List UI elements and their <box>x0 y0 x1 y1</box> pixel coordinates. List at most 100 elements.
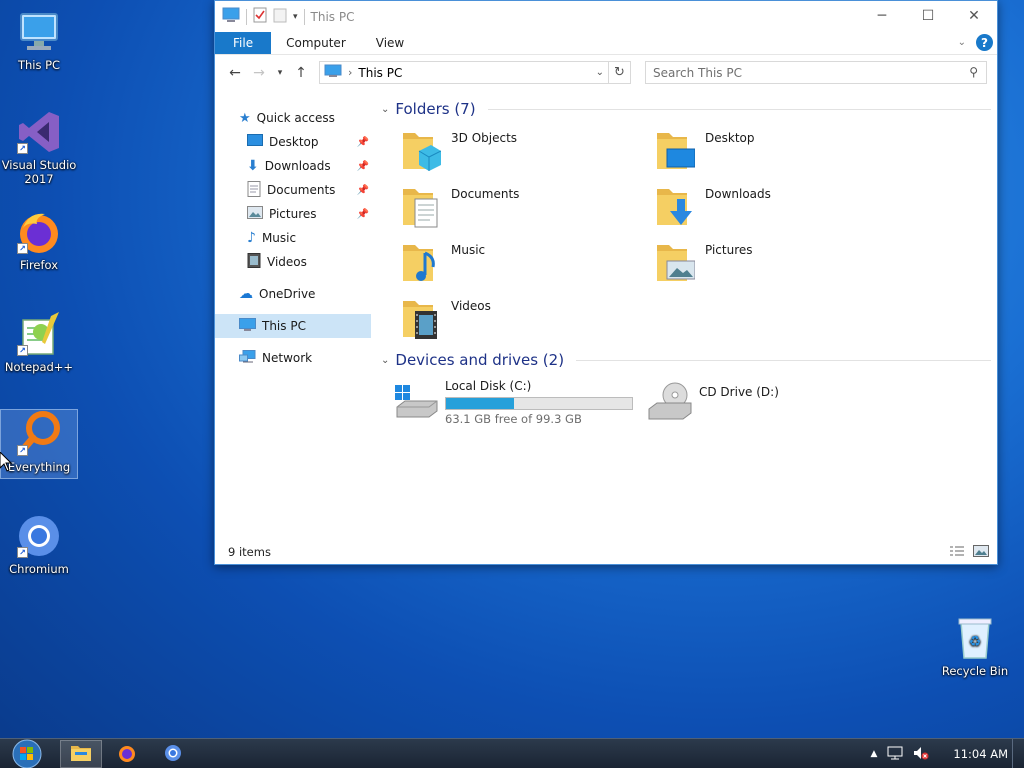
drive-d[interactable]: CD Drive (D:) <box>629 379 889 427</box>
nav-label: Videos <box>267 255 307 269</box>
desktop-icon-firefox[interactable]: ↗ Firefox <box>1 208 77 272</box>
documents-icon <box>247 180 261 200</box>
recent-locations-chevron-icon[interactable]: ▾ <box>271 68 289 78</box>
tab-file[interactable]: File <box>215 32 272 54</box>
nav-videos[interactable]: Videos <box>215 250 371 274</box>
desktop-icon-everything[interactable]: ↗ Everything <box>0 409 78 479</box>
nav-desktop[interactable]: Desktop 📌 <box>215 130 371 154</box>
pin-icon[interactable]: 📌 <box>357 137 369 148</box>
tab-view[interactable]: View <box>361 32 419 54</box>
drive-usage-bar <box>445 397 633 410</box>
nav-label: OneDrive <box>259 287 316 301</box>
address-pc-icon <box>324 64 342 81</box>
folder-label: Documents <box>451 187 520 201</box>
show-hidden-icons-icon[interactable]: ▲ <box>870 749 877 759</box>
everything-icon: ↗ <box>15 410 63 458</box>
chromium-icon: ↗ <box>15 512 63 560</box>
network-icon <box>239 349 256 367</box>
content-pane: ⌄ Folders (7) 3D Objects Desktop Documen… <box>375 93 995 543</box>
window-title: This PC <box>310 9 355 24</box>
folder-documents[interactable]: Documents <box>381 185 611 237</box>
address-dropdown-icon[interactable]: ⌄ <box>596 67 604 78</box>
properties-icon[interactable] <box>253 7 267 26</box>
folder-label: Desktop <box>705 131 755 145</box>
title-bar[interactable]: ▾ This PC ─ ☐ ✕ <box>215 1 997 32</box>
this-pc-icon <box>239 318 256 334</box>
network-tray-icon[interactable] <box>887 746 903 763</box>
new-folder-icon[interactable] <box>273 7 287 26</box>
show-desktop-button[interactable] <box>1012 739 1024 768</box>
drive-label: Local Disk (C:) <box>445 379 532 393</box>
pin-icon[interactable]: 📌 <box>357 161 369 172</box>
search-input[interactable]: Search This PC <box>653 66 742 80</box>
minimize-button[interactable]: ─ <box>859 1 905 31</box>
desktop-icon-recycle-bin[interactable]: ♻ Recycle Bin <box>937 614 1013 678</box>
nav-network[interactable]: Network <box>215 346 371 370</box>
folder-music[interactable]: Music <box>381 241 611 293</box>
taskbar-firefox[interactable] <box>106 740 148 768</box>
nav-onedrive[interactable]: ☁ OneDrive <box>215 282 371 306</box>
notepadpp-icon: ↗ <box>15 310 63 358</box>
desktop-icon-visual-studio[interactable]: ↗ Visual Studio 2017 <box>1 108 77 186</box>
close-button[interactable]: ✕ <box>951 1 997 31</box>
qat-separator <box>303 8 305 25</box>
drive-c[interactable]: Local Disk (C:) 63.1 GB free of 99.3 GB <box>375 379 635 427</box>
pin-icon[interactable]: 📌 <box>357 209 369 220</box>
group-divider <box>487 108 991 110</box>
nav-pictures[interactable]: Pictures 📌 <box>215 202 371 226</box>
taskbar-chromium[interactable] <box>152 740 194 768</box>
star-icon: ★ <box>239 110 251 126</box>
start-button[interactable] <box>8 739 46 768</box>
folder-pictures[interactable]: Pictures <box>635 241 865 293</box>
explorer-window[interactable]: ▾ This PC ─ ☐ ✕ File Computer View ⌄ ? ←… <box>214 0 998 565</box>
collapse-chevron-icon[interactable]: ⌄ <box>381 355 389 366</box>
clock[interactable]: 11:04 AM <box>953 747 1008 761</box>
volume-muted-icon[interactable] <box>913 746 929 763</box>
help-icon[interactable]: ? <box>976 34 993 51</box>
refresh-icon[interactable]: ↻ <box>608 62 630 83</box>
quick-access-toolbar: ▾ <box>215 7 305 26</box>
details-view-icon[interactable] <box>949 545 965 560</box>
folder-videos[interactable]: Videos <box>381 297 611 349</box>
status-bar: 9 items <box>215 540 997 564</box>
desktop-icon-this-pc[interactable]: This PC <box>1 8 77 72</box>
music-icon: ♪ <box>247 230 256 246</box>
back-arrow-icon[interactable]: ← <box>223 65 247 81</box>
folder-desktop[interactable]: Desktop <box>635 129 865 181</box>
taskbar-file-explorer[interactable] <box>60 740 102 768</box>
folder-3d-objects[interactable]: 3D Objects <box>381 129 611 181</box>
breadcrumb-this-pc[interactable]: This PC <box>358 66 402 80</box>
forward-arrow-icon[interactable]: → <box>247 65 271 81</box>
documents-folder-icon <box>401 185 441 229</box>
nav-documents[interactable]: Documents 📌 <box>215 178 371 202</box>
cd-drive-icon <box>647 381 693 426</box>
pin-icon[interactable]: 📌 <box>357 185 369 196</box>
folder-label: Music <box>451 243 486 257</box>
breadcrumb-separator-icon[interactable]: › <box>348 66 352 79</box>
navigation-bar: ← → ▾ ↑ › This PC ⌄ ↻ Search This PC ⚲ <box>215 55 997 91</box>
search-icon[interactable]: ⚲ <box>969 65 978 79</box>
tab-computer[interactable]: Computer <box>271 32 361 54</box>
nav-quick-access[interactable]: ★ Quick access <box>215 106 371 130</box>
desktop-icon-chromium[interactable]: ↗ Chromium <box>1 512 77 576</box>
drives-group-header[interactable]: ⌄ Devices and drives (2) <box>381 351 991 369</box>
navigation-pane: ★ Quick access Desktop 📌 ⬇ Downloads 📌 D… <box>215 93 371 533</box>
3d-objects-folder-icon <box>401 129 442 173</box>
folder-downloads[interactable]: Downloads <box>635 185 865 237</box>
folders-group-header[interactable]: ⌄ Folders (7) <box>381 100 991 118</box>
search-box[interactable]: Search This PC ⚲ <box>645 61 987 84</box>
nav-downloads[interactable]: ⬇ Downloads 📌 <box>215 154 371 178</box>
pictures-icon <box>247 206 263 222</box>
maximize-button[interactable]: ☐ <box>905 1 951 31</box>
customize-qat-icon[interactable]: ▾ <box>293 12 298 22</box>
nav-this-pc[interactable]: This PC <box>215 314 371 338</box>
nav-music[interactable]: ♪ Music <box>215 226 371 250</box>
expand-ribbon-icon[interactable]: ⌄ <box>958 37 966 48</box>
desktop-icon-notepadpp[interactable]: ↗ Notepad++ <box>1 310 77 374</box>
local-disk-icon <box>393 385 439 424</box>
address-bar[interactable]: › This PC ⌄ ↻ <box>319 61 631 84</box>
desktop-folder-icon <box>655 129 696 173</box>
collapse-chevron-icon[interactable]: ⌄ <box>381 104 389 115</box>
up-arrow-icon[interactable]: ↑ <box>289 65 313 81</box>
large-icons-view-icon[interactable] <box>973 545 989 560</box>
